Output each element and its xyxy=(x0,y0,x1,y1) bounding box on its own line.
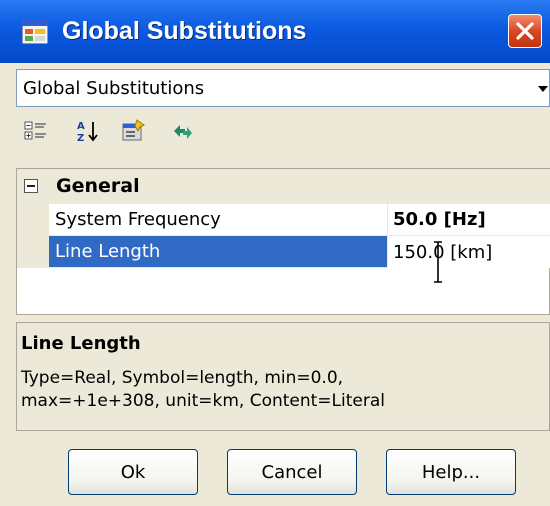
description-pane: Line Length Type=Real, Symbol=length, mi… xyxy=(16,322,550,431)
dialog-grid-icon xyxy=(22,20,48,44)
property-name: System Frequency xyxy=(49,204,387,236)
line-length-value-input[interactable] xyxy=(388,236,550,268)
object-selector-dropdown[interactable]: Global Substitutions xyxy=(16,69,550,107)
property-pages-icon[interactable] xyxy=(122,119,146,143)
ok-button[interactable]: Ok xyxy=(68,449,198,495)
property-name: Line Length xyxy=(49,236,387,268)
help-button[interactable]: Help... xyxy=(386,449,516,495)
row-gutter xyxy=(17,236,49,268)
description-line: Type=Real, Symbol=length, min=0.0, xyxy=(21,368,344,388)
property-value[interactable]: 50.0 [Hz] xyxy=(388,204,550,236)
title-bar[interactable]: Global Substitutions xyxy=(0,0,550,63)
cancel-button[interactable]: Cancel xyxy=(227,449,357,495)
global-substitutions-dialog: Global Substitutions Global Substitution… xyxy=(0,0,550,506)
property-row-system-frequency[interactable]: System Frequency 50.0 [Hz] xyxy=(17,204,550,236)
window-title: Global Substitutions xyxy=(62,17,307,45)
chevron-down-icon[interactable] xyxy=(537,84,549,94)
categorized-icon[interactable] xyxy=(24,119,48,143)
description-text: Type=Real, Symbol=length, min=0.0, max=+… xyxy=(21,367,541,413)
description-title: Line Length xyxy=(21,333,141,354)
property-grid: General System Frequency 50.0 [Hz] Line … xyxy=(16,168,550,315)
close-button[interactable] xyxy=(508,14,542,48)
alphabetical-sort-icon[interactable]: A Z xyxy=(76,119,100,143)
description-line: max=+1e+308, unit=km, Content=Literal xyxy=(21,391,385,411)
property-row-line-length[interactable]: Line Length xyxy=(17,236,550,268)
object-selector-value: Global Substitutions xyxy=(23,78,205,99)
refresh-arrows-icon[interactable] xyxy=(171,119,195,143)
category-row-general[interactable]: General xyxy=(17,169,550,204)
row-gutter xyxy=(17,204,49,236)
svg-text:A: A xyxy=(77,121,85,132)
close-icon xyxy=(516,22,534,40)
collapse-icon[interactable] xyxy=(24,179,38,193)
svg-text:Z: Z xyxy=(77,133,84,143)
category-label: General xyxy=(56,175,140,197)
property-grid-toolbar: A Z xyxy=(16,110,550,152)
text-cursor-icon xyxy=(434,241,442,283)
